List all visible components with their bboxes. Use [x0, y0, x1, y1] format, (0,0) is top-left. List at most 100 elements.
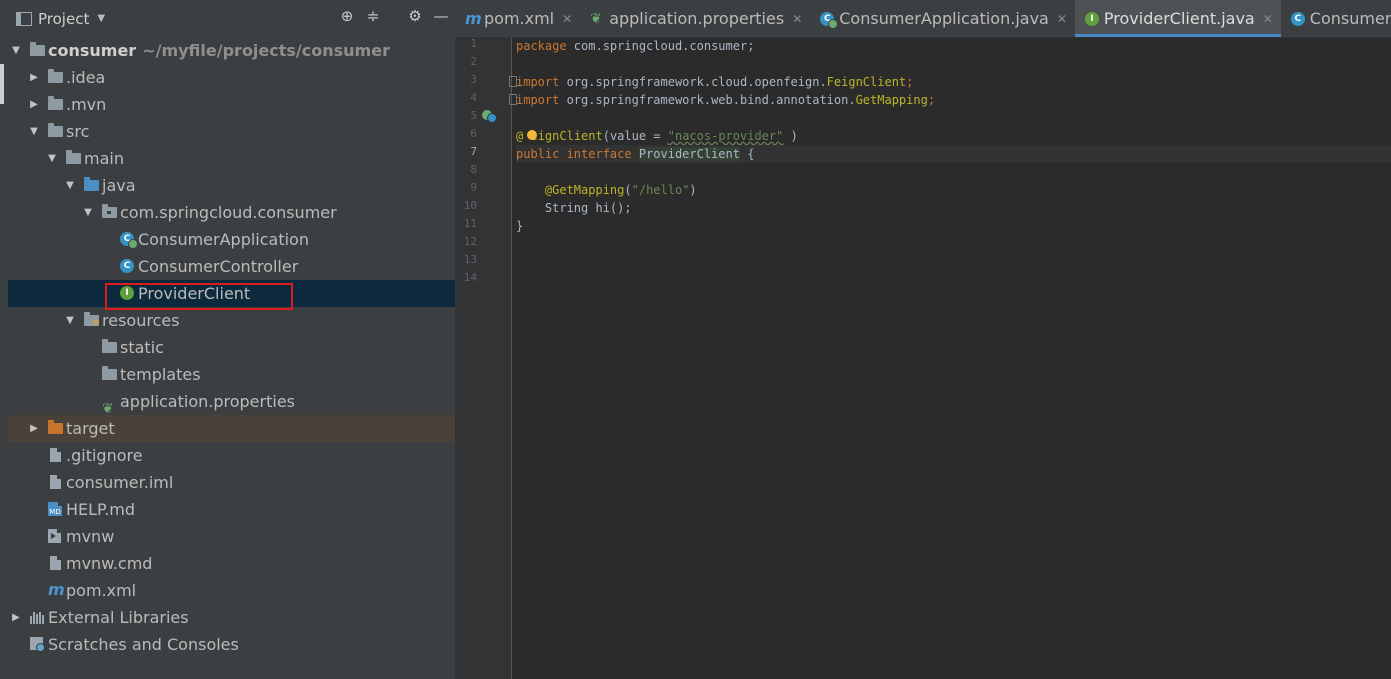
tree-item-label: target — [66, 419, 115, 438]
tree-item-templates[interactable]: templates — [8, 361, 455, 388]
class-icon: C — [120, 259, 135, 273]
code-punct: ; — [927, 93, 936, 107]
collapse-arrow-icon[interactable]: ▶ — [10, 604, 22, 631]
code-class-ref: GetMapping — [855, 93, 928, 107]
code-text: (value = — [602, 129, 668, 143]
tree-item-label: External Libraries — [48, 608, 189, 627]
tree-item-scratches[interactable]: Scratches and Consoles — [8, 631, 455, 658]
tree-item-consumer-iml[interactable]: consumer.iml — [8, 469, 455, 496]
editor-area: m pom.xml ✕ ❦ application.properties ✕ C… — [455, 0, 1391, 679]
class-icon: C — [1290, 11, 1305, 26]
tree-item-resources[interactable]: ▼ resources — [8, 307, 455, 334]
expand-arrow-icon[interactable]: ▼ — [64, 172, 76, 199]
code-keyword: public interface — [516, 147, 632, 161]
spring-class-icon: C — [820, 11, 835, 26]
tool-window-stripe[interactable] — [0, 64, 4, 104]
tree-item-label: consumer — [48, 41, 137, 60]
expand-arrow-icon[interactable]: ▼ — [82, 199, 94, 226]
folder-icon — [48, 96, 63, 111]
line-number: 5 — [470, 109, 477, 122]
line-number: 10 — [463, 199, 477, 212]
tree-item-target[interactable]: ▶ target — [8, 415, 455, 442]
collapse-all-icon[interactable]: ≑ — [365, 8, 381, 24]
close-icon[interactable]: ✕ — [792, 12, 802, 26]
code-string: "/hello" — [631, 183, 690, 197]
source-folder-icon — [84, 177, 99, 192]
tree-item-application-properties[interactable]: ❦ application.properties — [8, 388, 455, 416]
tree-item-consumer[interactable]: ▼ consumer ~/myfile/projects/consumer — [8, 37, 455, 64]
project-icon — [16, 11, 32, 26]
iml-file-icon — [50, 475, 65, 489]
gear-icon[interactable]: ⚙ — [407, 8, 423, 24]
tree-item-label: resources — [102, 311, 180, 330]
tree-item-label: main — [84, 149, 124, 168]
tab-provider-client[interactable]: I ProviderClient.java ✕ — [1074, 0, 1281, 37]
hide-panel-icon[interactable]: — — [433, 8, 449, 24]
close-icon[interactable]: ✕ — [1263, 12, 1273, 26]
collapse-arrow-icon[interactable]: ▶ — [28, 64, 40, 91]
tab-consumer-controller[interactable]: C ConsumerController.java — [1281, 0, 1391, 37]
project-view-selector[interactable]: Project ▼ — [16, 10, 105, 28]
tree-item-label: src — [66, 122, 90, 141]
fold-marker-icon[interactable] — [509, 94, 517, 105]
project-panel-header: Project ▼ ⊕ ≑ ⚙ — — [8, 0, 455, 37]
tree-item-pom-xml[interactable]: m pom.xml — [8, 577, 455, 604]
tab-consumer-application[interactable]: C ConsumerApplication.java ✕ — [810, 0, 1075, 37]
editor-tabs: m pom.xml ✕ ❦ application.properties ✕ C… — [455, 0, 1391, 38]
tree-item-package[interactable]: ▼ com.springcloud.consumer — [8, 199, 455, 226]
folder-icon — [102, 366, 117, 381]
tab-label: ConsumerController.java — [1309, 9, 1391, 28]
tree-item-label: ConsumerApplication — [138, 230, 309, 249]
tree-item-idea[interactable]: ▶ .idea — [8, 64, 455, 91]
close-icon[interactable]: ✕ — [562, 12, 572, 26]
collapse-arrow-icon[interactable]: ▶ — [28, 415, 40, 442]
tree-item-mvnw[interactable]: mvnw — [8, 523, 455, 550]
tree-item-src[interactable]: ▼ src — [8, 118, 455, 145]
line-number: 14 — [463, 271, 477, 284]
left-tool-strip — [0, 0, 8, 679]
code-line-4: import org.springframework.web.bind.anno… — [509, 91, 1391, 109]
expand-arrow-icon[interactable]: ▼ — [28, 118, 40, 145]
line-number: 3 — [470, 73, 477, 86]
expand-arrow-icon[interactable]: ▼ — [10, 37, 22, 64]
collapse-arrow-icon[interactable]: ▶ — [28, 91, 40, 118]
spring-bean-gutter-icon[interactable] — [482, 110, 497, 123]
tree-item-mvnw-cmd[interactable]: mvnw.cmd — [8, 550, 455, 577]
tree-item-gitignore[interactable]: .gitignore — [8, 442, 455, 469]
tree-item-external-libraries[interactable]: ▶ External Libraries — [8, 604, 455, 631]
tab-pom-xml[interactable]: m pom.xml ✕ — [455, 0, 580, 37]
expand-arrow-icon[interactable]: ▼ — [64, 307, 76, 334]
tree-item-label: .mvn — [66, 95, 107, 114]
lightbulb-icon[interactable] — [527, 130, 537, 140]
package-icon — [102, 204, 117, 219]
tab-application-properties[interactable]: ❦ application.properties ✕ — [580, 0, 810, 37]
code-text: ) — [689, 183, 697, 197]
line-number: 11 — [463, 217, 477, 230]
tree-item-label: pom.xml — [66, 581, 137, 600]
code-line-6: @FeignClient(value = "nacos-provider" ) — [516, 127, 1391, 145]
tree-item-label: .idea — [66, 68, 106, 87]
project-panel-title: Project — [38, 9, 90, 28]
script-file-icon — [48, 529, 63, 543]
code-text: ( — [624, 183, 632, 197]
code-line-11: } — [516, 219, 524, 233]
tree-item-static[interactable]: static — [8, 334, 455, 361]
tree-item-help-md[interactable]: MD HELP.md — [8, 496, 455, 523]
tree-item-consumer-application[interactable]: C ConsumerApplication — [8, 226, 455, 253]
code-text: org.springframework.cloud.openfeign. — [559, 75, 827, 89]
line-number: 8 — [470, 163, 477, 176]
expand-arrow-icon[interactable]: ▼ — [46, 145, 58, 172]
resources-folder-icon — [84, 312, 99, 327]
code-editor[interactable]: package com.springcloud.consumer; import… — [509, 37, 1391, 679]
code-keyword: import — [516, 93, 560, 107]
tree-item-mvn[interactable]: ▶ .mvn — [8, 91, 455, 118]
tree-item-label: HELP.md — [66, 500, 136, 519]
locate-icon[interactable]: ⊕ — [339, 8, 355, 24]
fold-marker-icon[interactable] — [509, 76, 517, 87]
close-icon[interactable]: ✕ — [1057, 12, 1067, 26]
tree-item-main[interactable]: ▼ main — [8, 145, 455, 172]
tree-item-consumer-controller[interactable]: C ConsumerController — [8, 253, 455, 280]
library-icon — [30, 610, 45, 624]
maven-icon: m — [48, 580, 65, 599]
tree-item-java[interactable]: ▼ java — [8, 172, 455, 199]
